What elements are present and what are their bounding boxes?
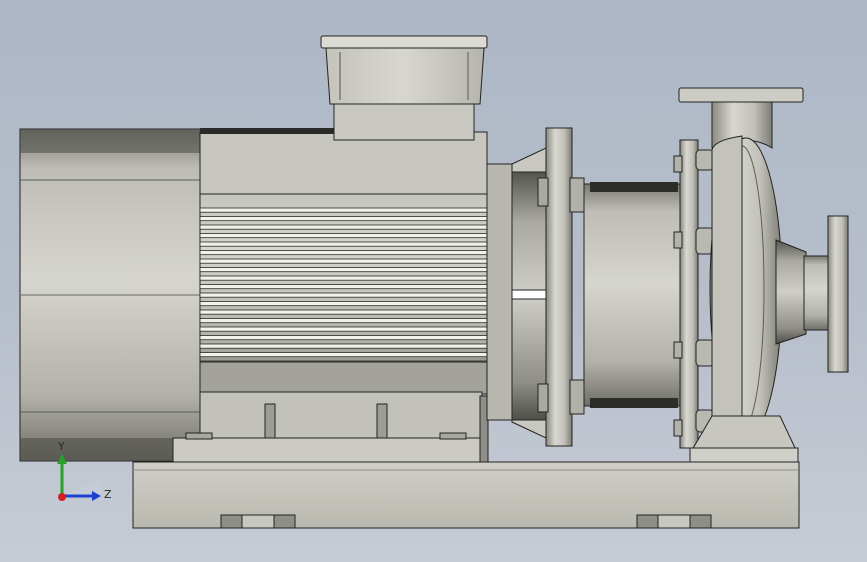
graphics-viewport[interactable]: Y Z [0,0,867,562]
cooling-fin [199,301,488,307]
motor-foot [172,391,489,463]
base-slot-left [220,514,296,529]
pump-model-view[interactable] [0,0,867,562]
motor-body [199,128,488,395]
y-axis-arrow-head [57,454,67,464]
x-axis-dot [58,493,66,501]
cooling-fin [199,275,488,281]
cooling-fin [199,207,488,213]
motor-fan-cover [19,128,203,462]
cooling-fin [199,258,488,264]
triad-graphic [57,454,102,501]
cooling-fin [199,250,488,256]
coordinate-triad: Y Z [44,440,124,510]
cooling-fin [199,224,488,230]
casing-flange [673,139,715,449]
terminal-box [320,35,488,141]
cooling-fin [199,318,488,324]
base-frame [132,461,800,529]
suction-nozzle [775,215,849,373]
cooling-fin [199,326,488,332]
cooling-fin [199,241,488,247]
cooling-fin [199,267,488,273]
z-axis-label: Z [104,488,112,501]
cooling-fin [199,284,488,290]
cooling-fin [199,233,488,239]
cooling-fin [199,352,488,358]
cooling-fin [199,216,488,222]
cooling-fin [199,292,488,298]
cooling-fin [199,309,488,315]
cooling-fin [199,343,488,349]
base-slot-right [636,514,712,529]
bearing-housing [583,182,681,408]
cooling-fin [199,335,488,341]
y-axis-label: Y [58,440,65,453]
